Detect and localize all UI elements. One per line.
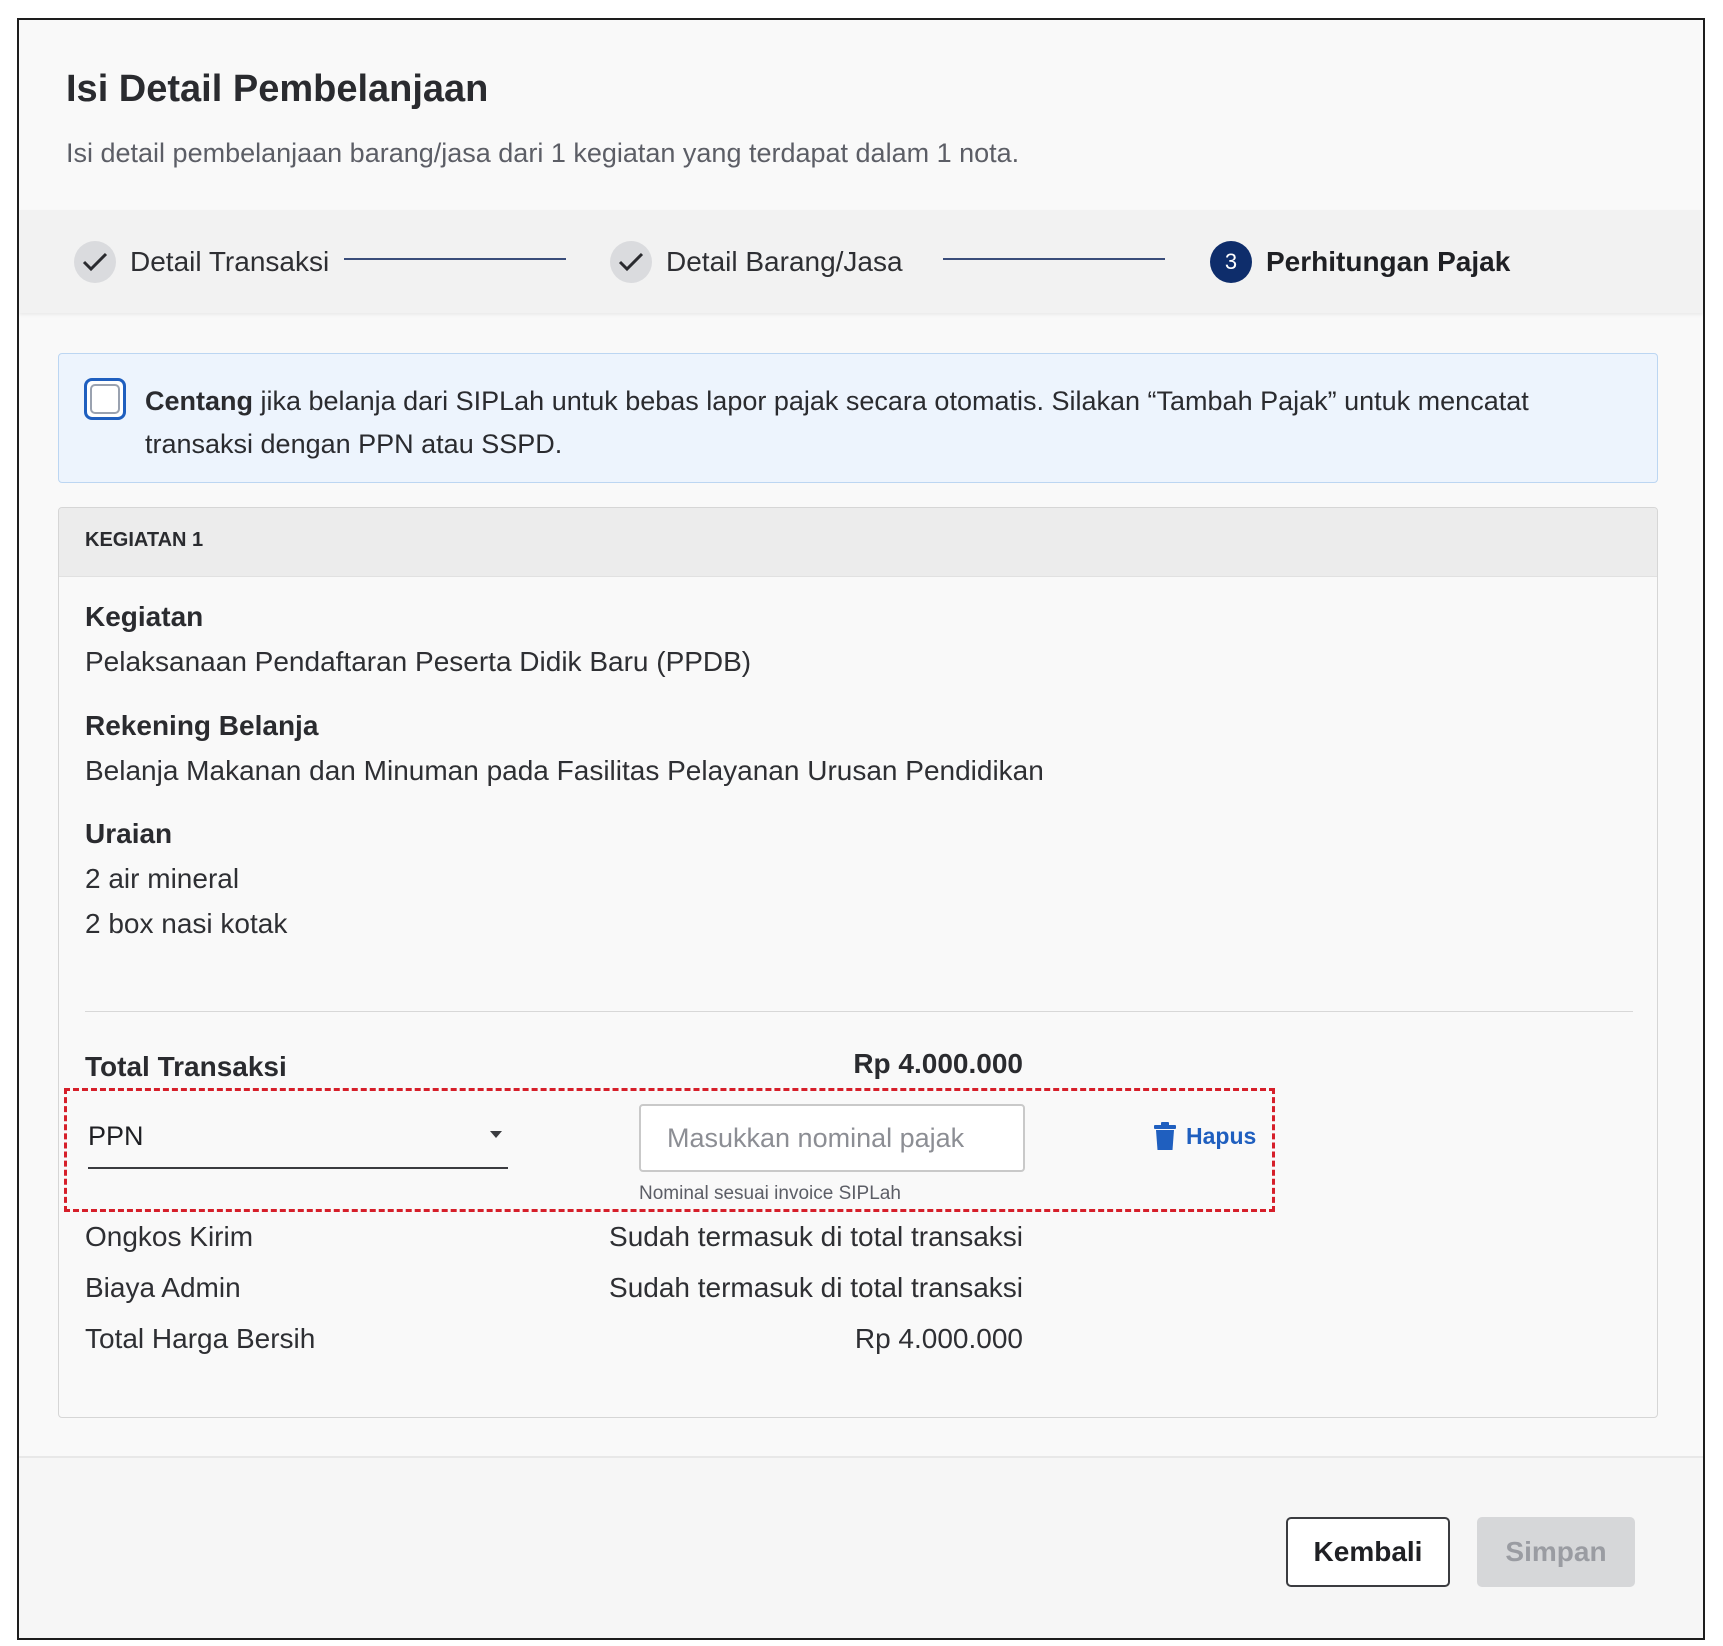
dialog-footer: Kembali Simpan — [19, 1456, 1703, 1638]
kegiatan-value: Pelaksanaan Pendaftaran Peserta Didik Ba… — [85, 646, 752, 677]
ongkos-kirim-value: Sudah termasuk di total transaksi — [609, 1221, 1023, 1252]
stepper: Detail Transaksi Detail Barang/Jasa 3 Pe… — [19, 210, 1703, 313]
tax-type-value: PPN — [88, 1121, 144, 1151]
step-label: Detail Barang/Jasa — [666, 245, 903, 277]
tax-row-highlight: PPN Nominal sesuai invoice SIPLah Hapus — [64, 1088, 1275, 1212]
delete-label: Hapus — [1186, 1122, 1257, 1149]
siplah-checkbox[interactable] — [84, 378, 126, 420]
notice-text: Centang jika belanja dari SIPLah untuk b… — [145, 380, 1625, 466]
total-transaksi-value: Rp 4.000.000 — [853, 1048, 1023, 1079]
total-harga-bersih-label: Total Harga Bersih — [85, 1323, 316, 1354]
rekening-label: Rekening Belanja — [85, 710, 319, 741]
step-connector — [344, 258, 566, 260]
tax-helper-text: Nominal sesuai invoice SIPLah — [639, 1183, 901, 1204]
caret-down-icon — [490, 1131, 502, 1138]
uraian-item: 2 air mineral — [85, 863, 240, 894]
trash-icon — [1154, 1122, 1176, 1150]
card-header: KEGIATAN 1 — [59, 508, 1657, 577]
uraian-item: 2 box nasi kotak — [85, 908, 288, 939]
biaya-admin-value: Sudah termasuk di total transaksi — [609, 1272, 1023, 1303]
card-heading: KEGIATAN 1 — [85, 529, 204, 551]
save-button[interactable]: Simpan — [1477, 1517, 1635, 1587]
check-icon — [610, 240, 652, 283]
back-button[interactable]: Kembali — [1286, 1517, 1450, 1587]
siplah-notice: Centang jika belanja dari SIPLah untuk b… — [58, 353, 1658, 483]
tax-amount-input[interactable] — [639, 1104, 1025, 1172]
step-number-badge: 3 — [1210, 240, 1252, 283]
divider — [85, 1011, 1633, 1012]
dialog-header: Isi Detail Pembelanjaan Isi detail pembe… — [19, 20, 1703, 210]
page-subtitle: Isi detail pembelanjaan barang/jasa dari… — [66, 138, 1020, 168]
ongkos-kirim-label: Ongkos Kirim — [85, 1221, 254, 1252]
notice-bold: Centang — [145, 386, 253, 416]
uraian-label: Uraian — [85, 818, 173, 849]
biaya-admin-label: Biaya Admin — [85, 1272, 241, 1303]
notice-body: jika belanja dari SIPLah untuk bebas lap… — [145, 386, 1529, 459]
kegiatan-label: Kegiatan — [85, 601, 204, 632]
step-label: Detail Transaksi — [130, 245, 330, 277]
step-detail-transaksi: Detail Transaksi — [74, 210, 329, 313]
total-harga-bersih-value: Rp 4.000.000 — [854, 1323, 1023, 1354]
kegiatan-card: KEGIATAN 1 Kegiatan Pelaksanaan Pendafta… — [58, 507, 1658, 1418]
step-perhitungan-pajak: 3 Perhitungan Pajak — [1210, 210, 1510, 313]
step-label: Perhitungan Pajak — [1266, 245, 1511, 277]
check-icon — [74, 240, 116, 283]
dialog: Isi Detail Pembelanjaan Isi detail pembe… — [17, 18, 1705, 1640]
step-connector — [943, 258, 1165, 260]
page-title: Isi Detail Pembelanjaan — [66, 68, 489, 110]
delete-tax-button[interactable]: Hapus — [1154, 1122, 1256, 1150]
tax-type-select[interactable]: PPN — [88, 1109, 508, 1169]
total-transaksi-label: Total Transaksi — [85, 1051, 287, 1082]
rekening-value: Belanja Makanan dan Minuman pada Fasilit… — [85, 755, 1044, 786]
step-detail-barang-jasa: Detail Barang/Jasa — [610, 210, 903, 313]
